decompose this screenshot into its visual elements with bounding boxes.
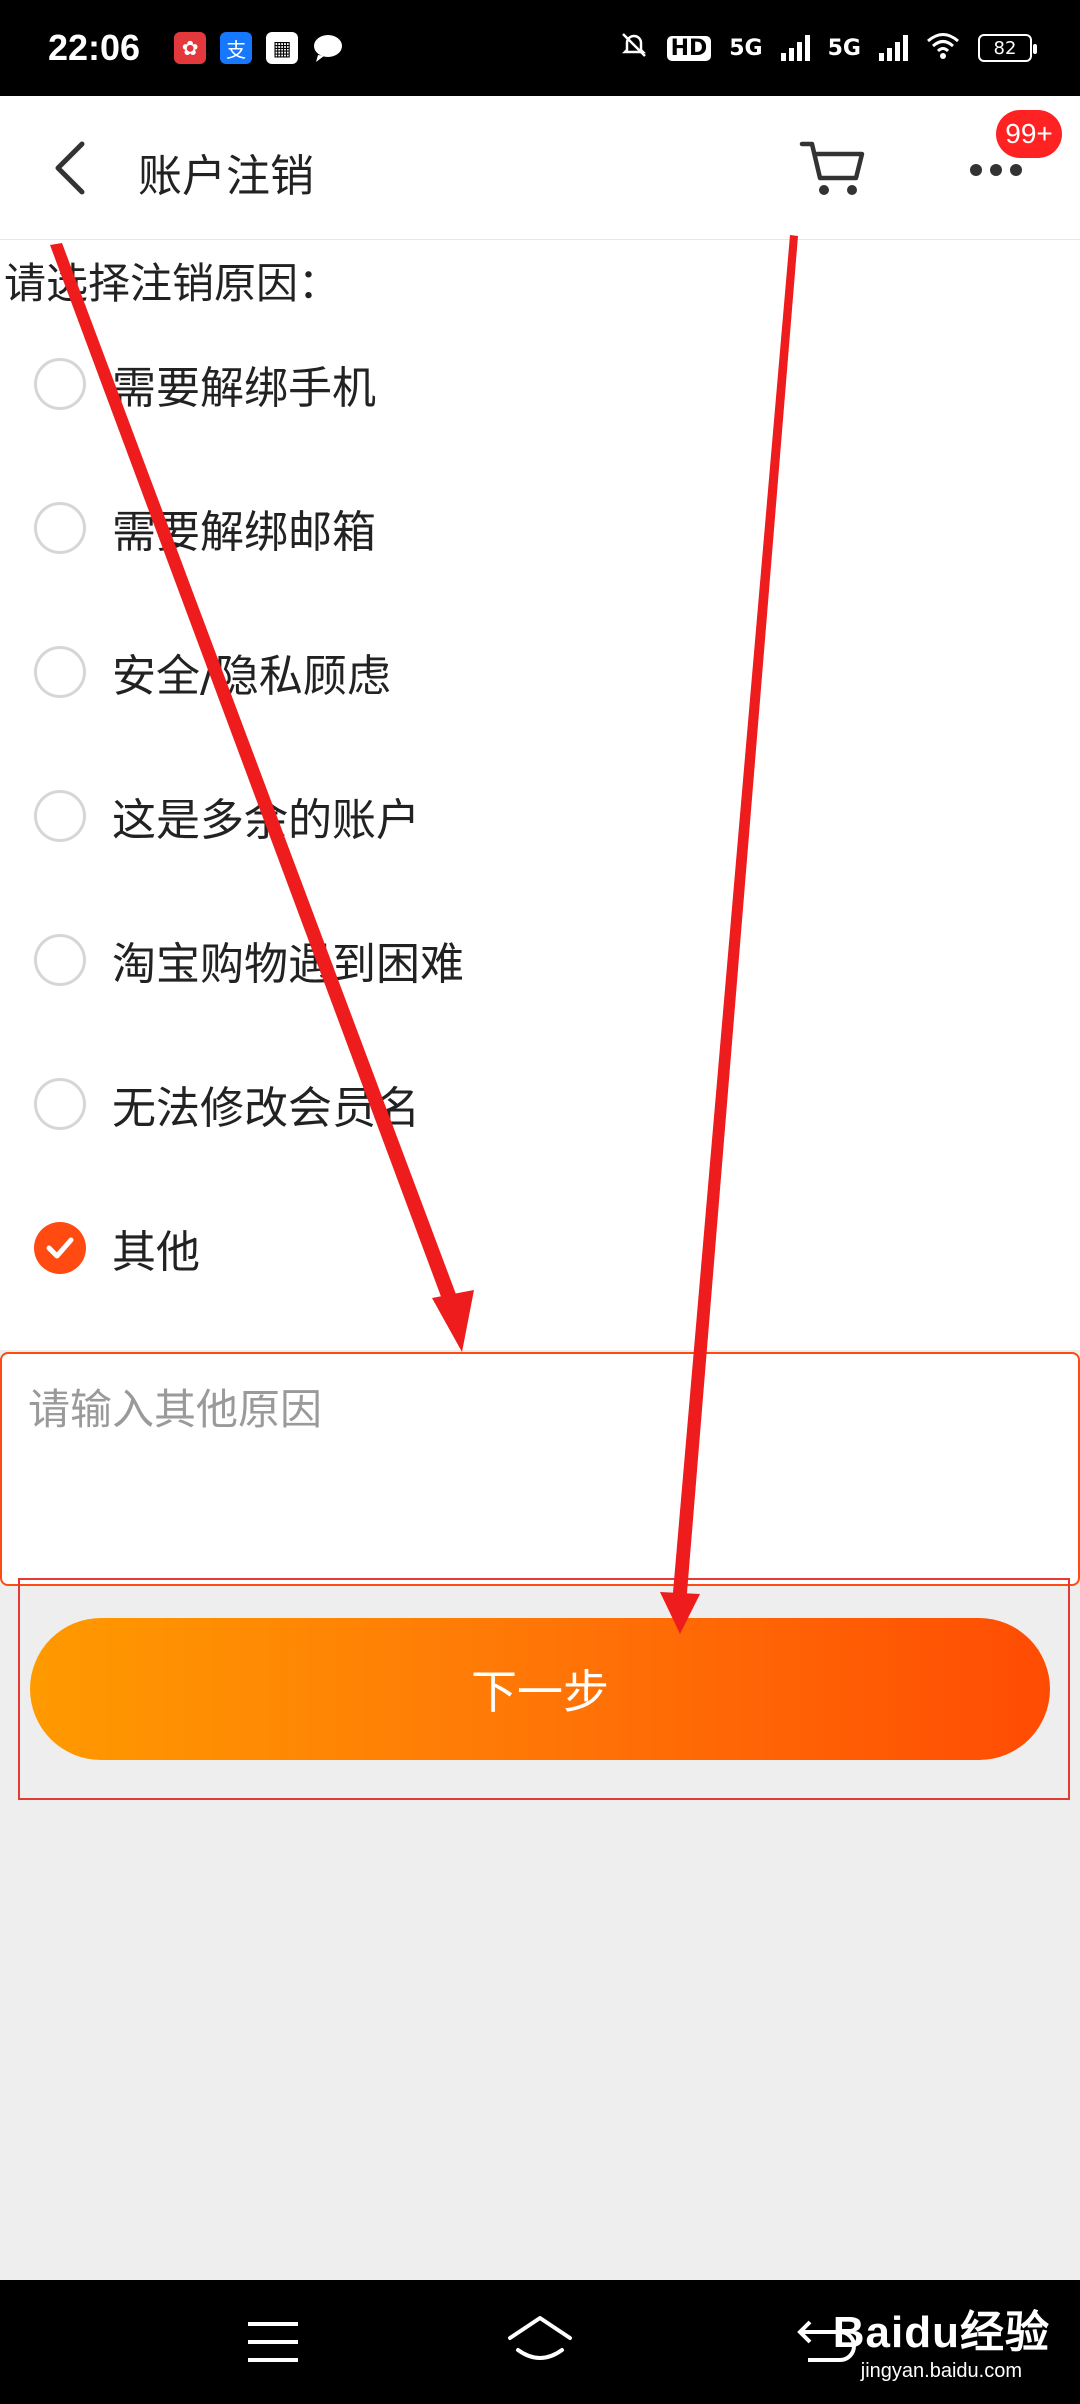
other-reason-input[interactable] — [0, 1352, 1080, 1586]
cart-icon — [799, 141, 865, 195]
radio-button[interactable] — [34, 790, 86, 842]
hd-icon: HD — [666, 35, 712, 61]
baidu-watermark: Baidu经验 jingyan.baidu.com — [833, 2296, 1050, 2383]
radio-button[interactable] — [34, 502, 86, 554]
home-icon — [508, 2316, 572, 2360]
home-button[interactable] — [504, 2310, 574, 2374]
notification-badge: 99+ — [996, 110, 1062, 158]
reason-option-privacy[interactable]: 安全/隐私顾虑 — [34, 624, 934, 720]
radio-button[interactable] — [34, 1078, 86, 1130]
signal-icon-2 — [879, 35, 908, 61]
app-notification-icon: ✿ — [174, 32, 207, 64]
notification-icons: ✿ 支 ▦ — [174, 32, 344, 64]
back-button[interactable] — [42, 138, 102, 198]
battery-icon: 82 — [978, 34, 1037, 62]
alipay-icon: 支 — [220, 32, 253, 64]
cart-button[interactable] — [798, 132, 870, 204]
status-bar: 22:06 ✿ 支 ▦ HD 5G 5G 82 — [0, 0, 1080, 96]
reason-prompt: 请选择注销原因： — [4, 259, 341, 308]
watermark-title: Baidu经验 — [832, 2308, 1050, 2357]
reason-label: 无法修改会员名 — [112, 1083, 420, 1134]
radio-button[interactable] — [34, 934, 86, 986]
chevron-left-icon — [55, 141, 85, 195]
menu-lines-icon — [248, 2322, 298, 2362]
reason-label: 需要解绑邮箱 — [112, 507, 376, 558]
radio-button[interactable] — [34, 646, 86, 698]
chat-bubble-icon — [312, 32, 344, 64]
reason-label: 安全/隐私顾虑 — [112, 651, 391, 702]
watermark-url: jingyan.baidu.com — [860, 2360, 1022, 2382]
reason-option-unbind-phone[interactable]: 需要解绑手机 — [34, 336, 934, 432]
wifi-icon — [926, 31, 960, 65]
menu-button[interactable] — [240, 2310, 310, 2374]
status-indicators: HD 5G 5G 82 — [619, 30, 1037, 66]
reason-option-unbind-email[interactable]: 需要解绑邮箱 — [34, 480, 934, 576]
system-nav-bar: Baidu经验 jingyan.baidu.com — [0, 2280, 1080, 2404]
status-time: 22:06 — [48, 27, 141, 68]
app-header: 账户注销 — [0, 96, 1080, 240]
reason-label: 这是多余的账户 — [112, 795, 420, 846]
radio-button[interactable] — [34, 358, 86, 410]
radio-button-checked[interactable] — [34, 1222, 86, 1274]
reason-option-cannot-rename[interactable]: 无法修改会员名 — [34, 1056, 934, 1152]
next-step-button[interactable]: 下一步 — [30, 1618, 1050, 1760]
network-5g-label-2: 5G — [827, 35, 861, 61]
reason-option-other[interactable]: 其他 — [34, 1200, 934, 1296]
reason-label: 需要解绑手机 — [112, 363, 376, 414]
page-title: 账户注销 — [138, 151, 314, 202]
reason-option-extra-account[interactable]: 这是多余的账户 — [34, 768, 934, 864]
shop-icon: ▦ — [266, 32, 299, 64]
reason-label: 淘宝购物遇到困难 — [112, 939, 464, 990]
network-5g-label: 5G — [729, 35, 763, 61]
reason-label: 其他 — [112, 1227, 200, 1278]
check-icon — [46, 1237, 74, 1259]
reason-option-shopping-difficulty[interactable]: 淘宝购物遇到困难 — [34, 912, 934, 1008]
mute-icon — [619, 30, 649, 66]
reason-form: 请选择注销原因： 需要解绑手机 需要解绑邮箱 安全/隐私顾虑 这是多余的账户 淘… — [0, 240, 1080, 1350]
signal-icon — [780, 35, 810, 61]
